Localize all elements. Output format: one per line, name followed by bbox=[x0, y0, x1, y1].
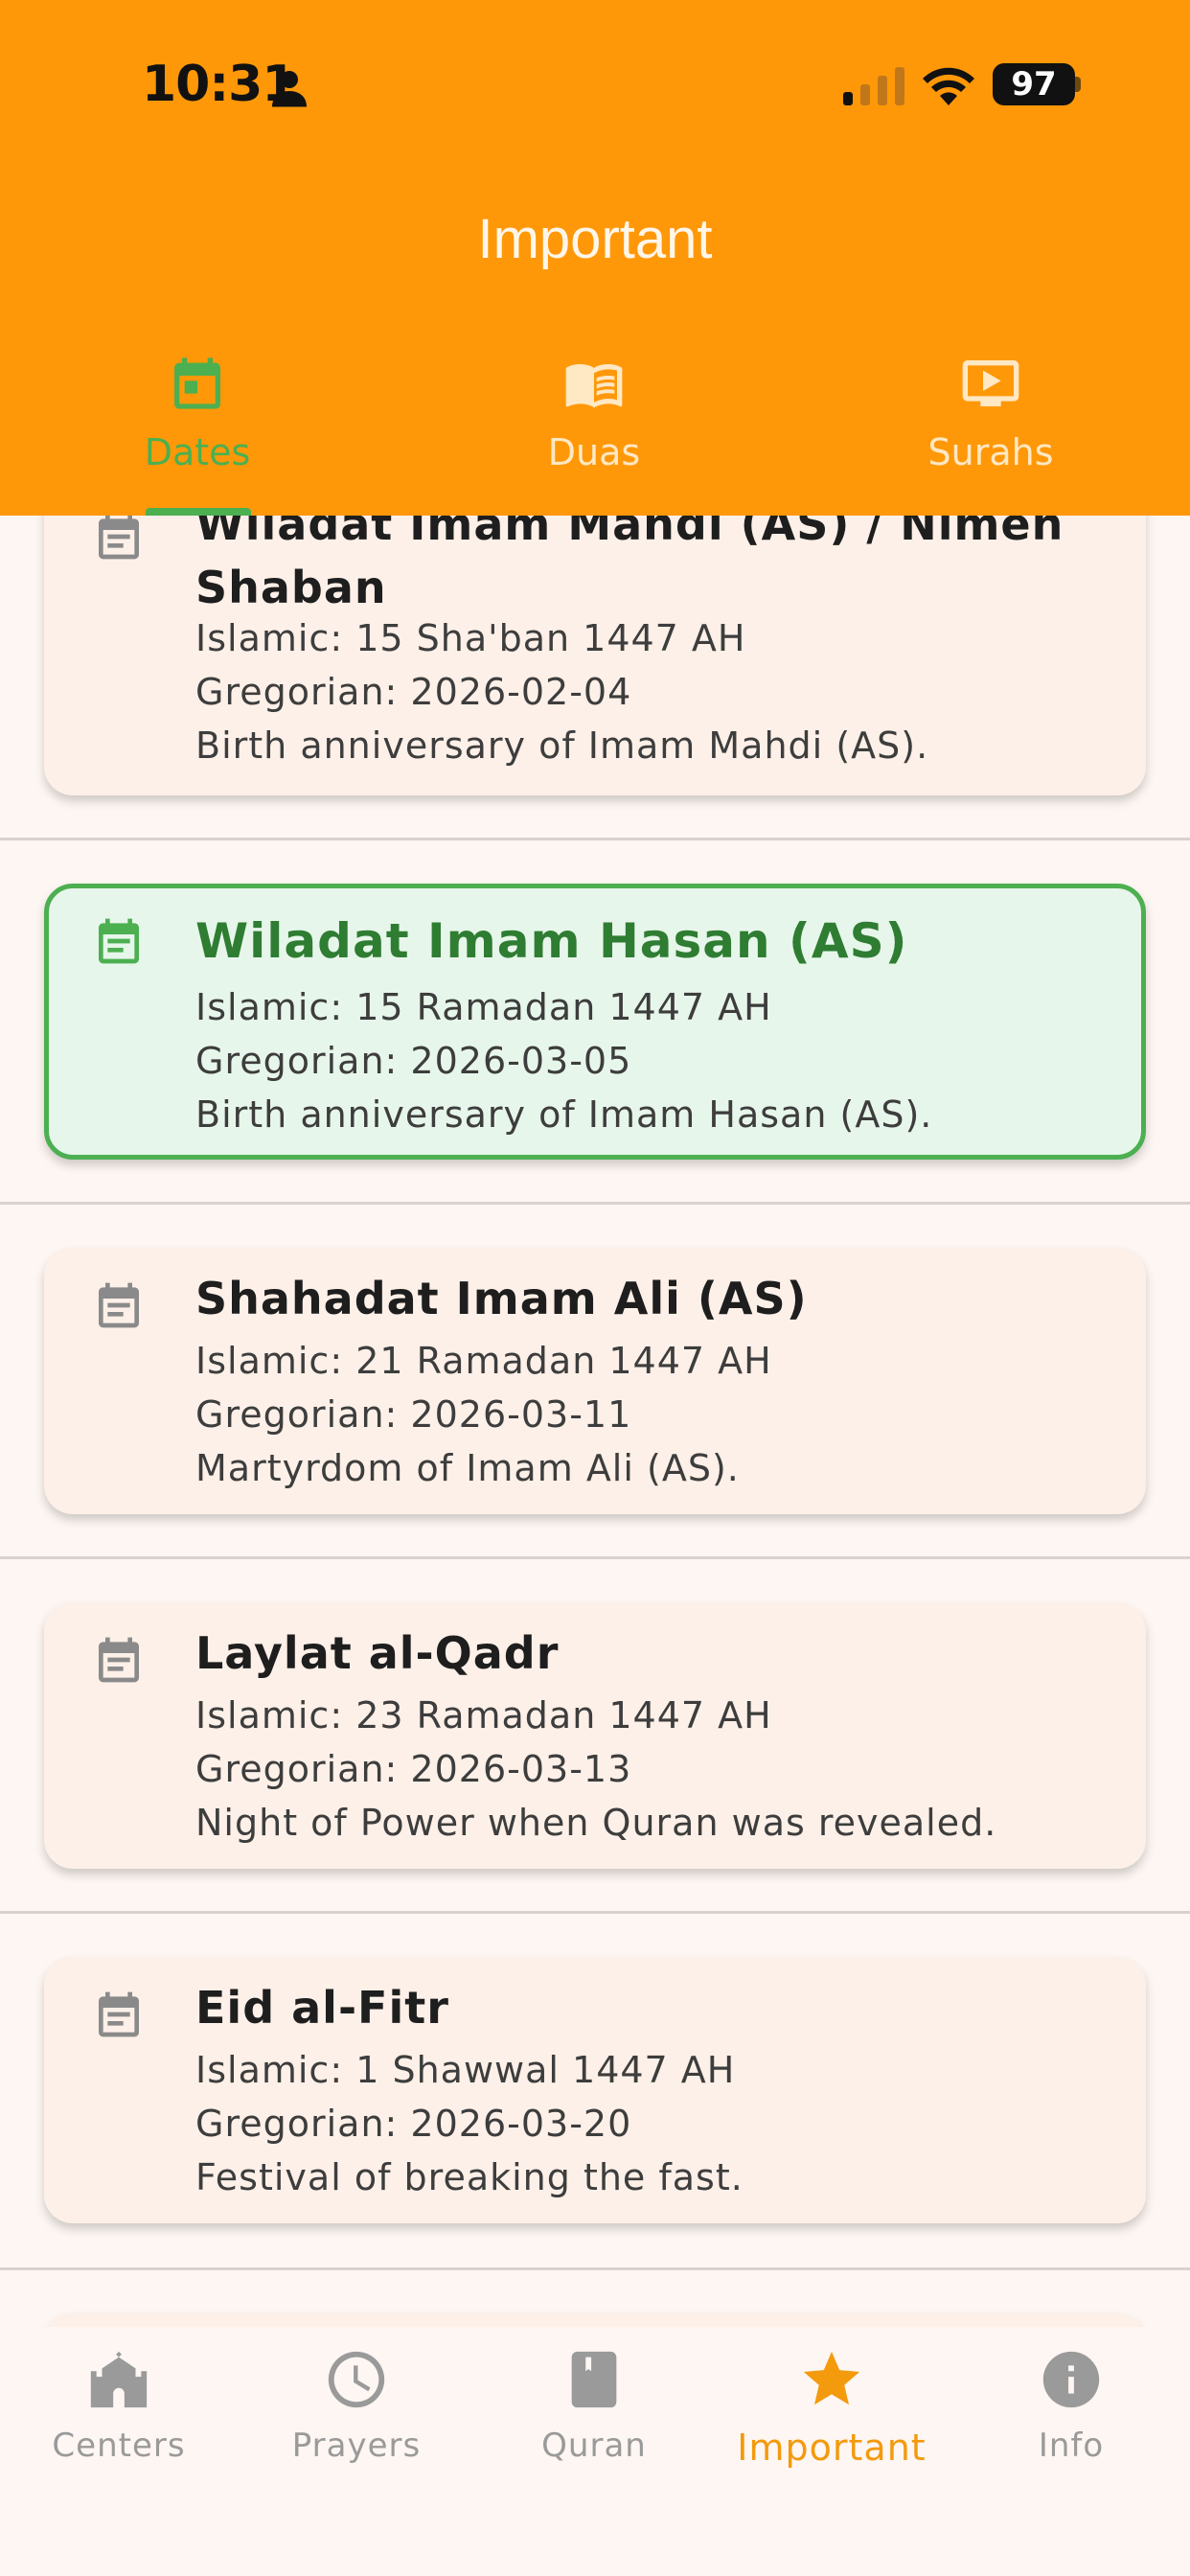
tab-dates[interactable]: Dates bbox=[54, 353, 341, 473]
event-description: Festival of breaking the fast. bbox=[195, 2156, 744, 2198]
battery-cap bbox=[1075, 77, 1081, 92]
event-title: Eid al-Fitr bbox=[195, 1982, 449, 2034]
cellular-signal-icon bbox=[843, 67, 904, 105]
event-gregorian-date: Gregorian: 2026-03-20 bbox=[195, 2103, 632, 2145]
tab-label: Dates bbox=[144, 431, 251, 473]
event-description: Night of Power when Quran was revealed. bbox=[195, 1802, 997, 1844]
list-divider bbox=[0, 1202, 1190, 1205]
nav-info[interactable]: Info bbox=[952, 2346, 1190, 2465]
event-gregorian-date: Gregorian: 2026-02-04 bbox=[195, 671, 632, 713]
event-card[interactable]: Laylat al-Qadr Islamic: 23 Ramadan 1447 … bbox=[44, 1602, 1146, 1869]
nav-label: Info bbox=[1038, 2426, 1105, 2465]
book-icon bbox=[571, 2351, 617, 2408]
event-title: Laylat al-Qadr bbox=[195, 1627, 560, 1679]
event-description: Martyrdom of Imam Ali (AS). bbox=[195, 1447, 740, 1489]
nav-important[interactable]: Important bbox=[713, 2346, 950, 2469]
list-divider bbox=[0, 838, 1190, 840]
event-islamic-date: Islamic: 23 Ramadan 1447 AH bbox=[195, 1694, 772, 1736]
calendar-note-icon bbox=[99, 1637, 139, 1683]
video-play-icon bbox=[962, 360, 1019, 406]
event-islamic-date: Islamic: 1 Shawwal 1447 AH bbox=[195, 2049, 736, 2091]
nav-label: Prayers bbox=[291, 2426, 422, 2465]
battery-indicator: 97 bbox=[993, 63, 1075, 105]
nav-centers[interactable]: Centers bbox=[0, 2346, 238, 2465]
wifi-icon bbox=[923, 67, 974, 105]
nav-quran[interactable]: Quran bbox=[475, 2346, 713, 2465]
nav-prayers[interactable]: Prayers bbox=[238, 2346, 475, 2465]
active-tab-indicator bbox=[146, 508, 251, 516]
calendar-note-icon bbox=[99, 1282, 139, 1328]
event-gregorian-date: Gregorian: 2026-03-13 bbox=[195, 1748, 632, 1790]
bottom-navigation: Centers Prayers Quran Important Info bbox=[0, 2327, 1190, 2576]
event-card[interactable]: Eid al-Fitr Islamic: 1 Shawwal 1447 AH G… bbox=[44, 1957, 1146, 2223]
clock-icon bbox=[328, 2351, 385, 2408]
event-islamic-date: Islamic: 15 Ramadan 1447 AH bbox=[195, 986, 772, 1028]
event-description: Birth anniversary of Imam Mahdi (AS). bbox=[195, 724, 929, 767]
calendar-note-icon bbox=[99, 918, 139, 964]
open-book-icon bbox=[565, 364, 623, 408]
person-icon bbox=[272, 71, 307, 107]
info-icon bbox=[1042, 2351, 1100, 2408]
event-description: Birth anniversary of Imam Hasan (AS). bbox=[195, 1093, 933, 1136]
list-divider bbox=[0, 1556, 1190, 1559]
list-divider bbox=[0, 1911, 1190, 1914]
list-divider bbox=[0, 2267, 1190, 2270]
nav-label: Centers bbox=[52, 2426, 186, 2465]
page-title: Important bbox=[477, 208, 713, 270]
event-card-highlighted[interactable]: Wiladat Imam Hasan (AS) Islamic: 15 Rama… bbox=[44, 884, 1146, 1160]
event-gregorian-date: Gregorian: 2026-03-11 bbox=[195, 1393, 632, 1436]
event-islamic-date: Islamic: 21 Ramadan 1447 AH bbox=[195, 1340, 772, 1382]
calendar-icon bbox=[174, 357, 220, 409]
event-islamic-date: Islamic: 15 Sha'ban 1447 AH bbox=[195, 617, 746, 659]
event-card[interactable]: Wiladat Imam Mahdi (AS) / Nimeh Shaban Is… bbox=[44, 479, 1146, 795]
event-gregorian-date: Gregorian: 2026-03-05 bbox=[195, 1040, 632, 1082]
calendar-note-icon bbox=[99, 1991, 139, 2037]
event-card[interactable]: Shahadat Imam Ali (AS) Islamic: 21 Ramad… bbox=[44, 1248, 1146, 1514]
event-title: Shahadat Imam Ali (AS) bbox=[195, 1273, 808, 1324]
tab-label: Surahs bbox=[927, 431, 1054, 473]
star-icon bbox=[803, 2351, 860, 2405]
mosque-icon bbox=[90, 2351, 148, 2408]
calendar-note-icon bbox=[99, 514, 139, 560]
nav-label: Quran bbox=[541, 2426, 647, 2465]
tab-surahs[interactable]: Surahs bbox=[847, 353, 1134, 473]
tab-duas[interactable]: Duas bbox=[450, 353, 738, 473]
nav-label: Important bbox=[737, 2426, 927, 2469]
event-title: Wiladat Imam Hasan (AS) bbox=[195, 913, 908, 969]
tab-label: Duas bbox=[547, 431, 641, 473]
app-header: 10:31 97 Important Dates Duas Surahs bbox=[0, 0, 1190, 516]
